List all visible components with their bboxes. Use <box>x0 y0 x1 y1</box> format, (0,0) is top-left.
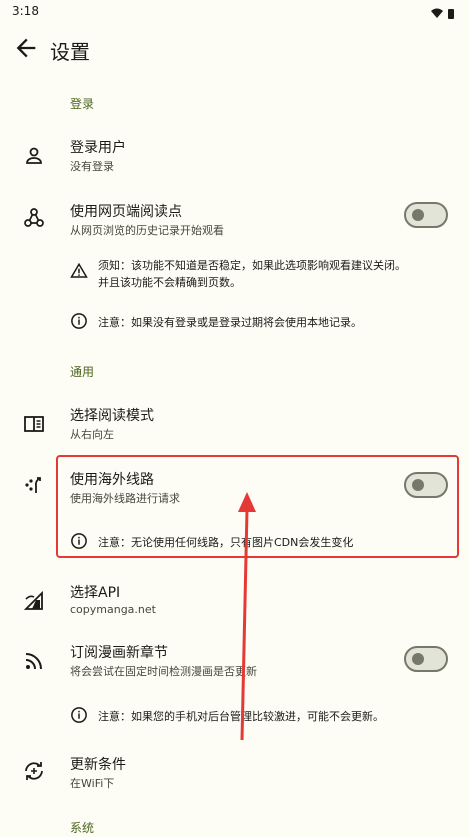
annotation-arrow <box>238 492 256 741</box>
